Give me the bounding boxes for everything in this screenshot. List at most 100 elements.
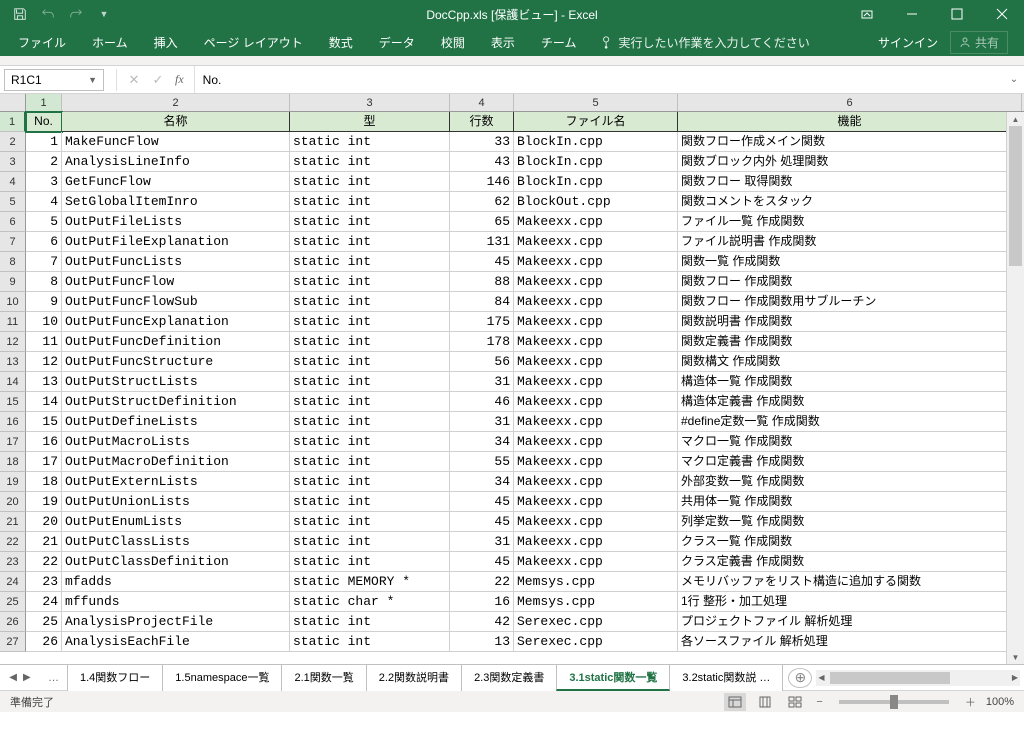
row-header[interactable]: 5 bbox=[0, 192, 26, 212]
cell[interactable]: 構造体定義書 作成関数 bbox=[678, 392, 1022, 412]
cell[interactable]: Makeexx.cpp bbox=[514, 212, 678, 232]
expand-formula-bar-button[interactable]: ⌄ bbox=[1004, 74, 1024, 85]
sheet-tab[interactable]: 3.2static関数説 … bbox=[669, 664, 783, 691]
cell[interactable]: OutPutStructDefinition bbox=[62, 392, 290, 412]
sheet-tab[interactable]: 3.1static関数一覧 bbox=[556, 664, 670, 691]
cell[interactable]: Makeexx.cpp bbox=[514, 552, 678, 572]
cell[interactable]: 65 bbox=[450, 212, 514, 232]
cell[interactable]: 45 bbox=[450, 492, 514, 512]
cell[interactable]: static MEMORY * bbox=[290, 572, 450, 592]
ribbon-options-button[interactable] bbox=[844, 0, 889, 28]
cell[interactable]: 関数コメントをスタック bbox=[678, 192, 1022, 212]
cell[interactable]: Makeexx.cpp bbox=[514, 372, 678, 392]
cell[interactable]: OutPutUnionLists bbox=[62, 492, 290, 512]
cell[interactable]: 関数説明書 作成関数 bbox=[678, 312, 1022, 332]
cell[interactable]: Memsys.cpp bbox=[514, 592, 678, 612]
cell[interactable]: 88 bbox=[450, 272, 514, 292]
column-header[interactable]: 4 bbox=[450, 94, 514, 111]
cell[interactable]: 列挙定数一覧 作成関数 bbox=[678, 512, 1022, 532]
cell[interactable]: AnalysisProjectFile bbox=[62, 612, 290, 632]
row-header[interactable]: 16 bbox=[0, 412, 26, 432]
zoom-level[interactable]: 100% bbox=[986, 696, 1014, 708]
cell[interactable]: OutPutDefineLists bbox=[62, 412, 290, 432]
cell[interactable]: static int bbox=[290, 512, 450, 532]
cell[interactable]: 外部変数一覧 作成関数 bbox=[678, 472, 1022, 492]
ribbon-tab-6[interactable]: 校閲 bbox=[429, 28, 477, 56]
cell[interactable]: 14 bbox=[26, 392, 62, 412]
page-layout-view-button[interactable] bbox=[754, 693, 776, 711]
cell[interactable]: Makeexx.cpp bbox=[514, 352, 678, 372]
row-header[interactable]: 14 bbox=[0, 372, 26, 392]
cell[interactable]: ファイル説明書 作成関数 bbox=[678, 232, 1022, 252]
cell[interactable]: 62 bbox=[450, 192, 514, 212]
row-header[interactable]: 13 bbox=[0, 352, 26, 372]
cell[interactable]: static int bbox=[290, 292, 450, 312]
cell[interactable]: static int bbox=[290, 552, 450, 572]
minimize-button[interactable] bbox=[889, 0, 934, 28]
cell[interactable]: Makeexx.cpp bbox=[514, 292, 678, 312]
undo-button[interactable] bbox=[36, 2, 60, 26]
row-header[interactable]: 17 bbox=[0, 432, 26, 452]
cell[interactable]: BlockIn.cpp bbox=[514, 172, 678, 192]
cell[interactable]: 19 bbox=[26, 492, 62, 512]
cell[interactable]: Makeexx.cpp bbox=[514, 272, 678, 292]
row-header[interactable]: 27 bbox=[0, 632, 26, 652]
cell[interactable]: 5 bbox=[26, 212, 62, 232]
cell[interactable]: BlockOut.cpp bbox=[514, 192, 678, 212]
row-header[interactable]: 8 bbox=[0, 252, 26, 272]
cell[interactable]: static int bbox=[290, 132, 450, 152]
cell[interactable]: Makeexx.cpp bbox=[514, 312, 678, 332]
cell[interactable]: static int bbox=[290, 272, 450, 292]
signin-link[interactable]: サインイン bbox=[878, 34, 938, 51]
ribbon-tab-4[interactable]: 数式 bbox=[317, 28, 365, 56]
cell[interactable]: 25 bbox=[26, 612, 62, 632]
row-header[interactable]: 9 bbox=[0, 272, 26, 292]
cell[interactable]: static int bbox=[290, 472, 450, 492]
row-header[interactable]: 25 bbox=[0, 592, 26, 612]
cell[interactable]: 関数ブロック内外 処理関数 bbox=[678, 152, 1022, 172]
cell[interactable]: 10 bbox=[26, 312, 62, 332]
cell[interactable]: static int bbox=[290, 172, 450, 192]
zoom-slider[interactable] bbox=[839, 700, 949, 704]
cell[interactable]: 17 bbox=[26, 452, 62, 472]
cell[interactable]: static int bbox=[290, 612, 450, 632]
cell[interactable]: static int bbox=[290, 412, 450, 432]
row-header[interactable]: 7 bbox=[0, 232, 26, 252]
cell[interactable]: Makeexx.cpp bbox=[514, 532, 678, 552]
cell[interactable]: 15 bbox=[26, 412, 62, 432]
column-header[interactable]: 6 bbox=[678, 94, 1022, 111]
cell[interactable]: 34 bbox=[450, 432, 514, 452]
cell[interactable]: 22 bbox=[450, 572, 514, 592]
cell[interactable]: static int bbox=[290, 492, 450, 512]
sheet-tab[interactable]: 1.4関数フロー bbox=[67, 664, 163, 691]
cell[interactable]: OutPutEnumLists bbox=[62, 512, 290, 532]
cell[interactable]: 11 bbox=[26, 332, 62, 352]
cell[interactable]: OutPutMacroDefinition bbox=[62, 452, 290, 472]
sheet-tab[interactable]: 2.1関数一覧 bbox=[281, 664, 366, 691]
cell[interactable]: Makeexx.cpp bbox=[514, 232, 678, 252]
cell[interactable]: OutPutFuncDefinition bbox=[62, 332, 290, 352]
ribbon-tab-5[interactable]: データ bbox=[367, 28, 427, 56]
name-box[interactable]: R1C1 ▼ bbox=[4, 69, 104, 91]
row-header[interactable]: 1 bbox=[0, 112, 26, 132]
cell[interactable]: 55 bbox=[450, 452, 514, 472]
header-cell[interactable]: 行数 bbox=[450, 112, 514, 132]
sheet-tab[interactable]: 2.3関数定義書 bbox=[461, 664, 557, 691]
cell[interactable]: 31 bbox=[450, 412, 514, 432]
row-header[interactable]: 3 bbox=[0, 152, 26, 172]
cell[interactable]: 12 bbox=[26, 352, 62, 372]
close-button[interactable] bbox=[979, 0, 1024, 28]
cell[interactable]: 22 bbox=[26, 552, 62, 572]
cell[interactable]: static int bbox=[290, 332, 450, 352]
accept-formula-button[interactable]: ✓ bbox=[147, 69, 169, 91]
page-break-view-button[interactable] bbox=[784, 693, 806, 711]
cell[interactable]: BlockIn.cpp bbox=[514, 152, 678, 172]
header-cell[interactable]: 名称 bbox=[62, 112, 290, 132]
cell[interactable]: 56 bbox=[450, 352, 514, 372]
zoom-in-button[interactable]: ＋ bbox=[963, 694, 978, 710]
cell[interactable]: static int bbox=[290, 532, 450, 552]
normal-view-button[interactable] bbox=[724, 693, 746, 711]
column-header[interactable]: 1 bbox=[26, 94, 62, 111]
sheet-tab[interactable]: 2.2関数説明書 bbox=[366, 664, 462, 691]
cell[interactable]: static int bbox=[290, 232, 450, 252]
